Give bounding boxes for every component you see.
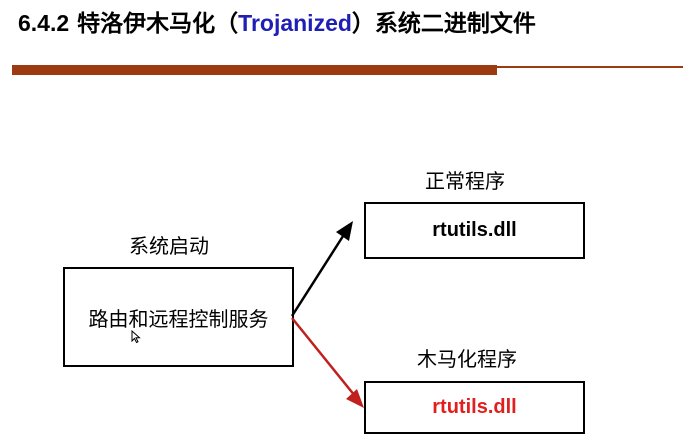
arrow-head-trojan	[346, 389, 364, 408]
arrow-head-normal	[336, 221, 353, 241]
arrow-to-normal	[290, 232, 347, 317]
arrow-to-trojan	[291, 317, 356, 397]
mouse-pointer-icon	[131, 330, 141, 344]
connector-arrows	[290, 221, 364, 408]
